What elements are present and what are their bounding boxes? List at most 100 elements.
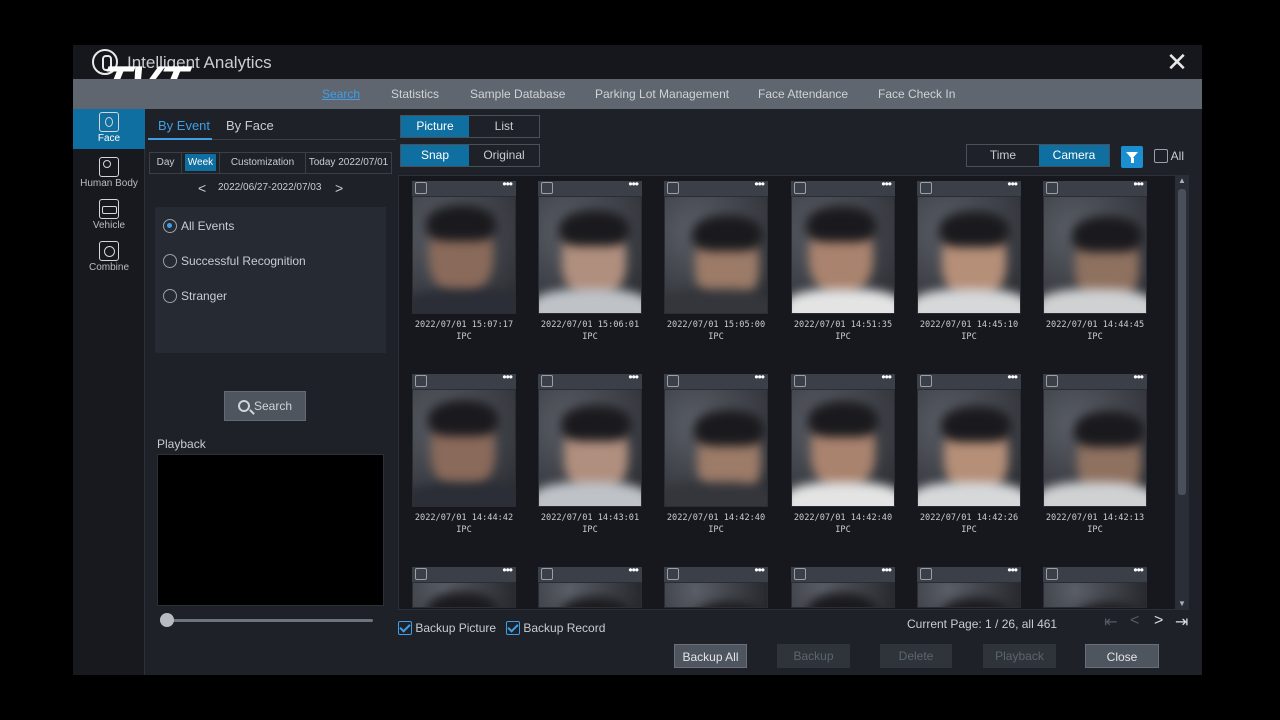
face-snapshot[interactable]	[791, 196, 895, 314]
prev-week-button[interactable]: <	[198, 180, 206, 196]
card-checkbox[interactable]	[1046, 568, 1058, 580]
face-result-card[interactable]: •••	[538, 563, 642, 608]
select-all-checkbox[interactable]: All	[1154, 149, 1184, 163]
first-page-icon[interactable]: ⇤	[1104, 612, 1117, 632]
backup-button[interactable]: Backup	[777, 644, 850, 668]
face-snapshot[interactable]	[664, 582, 768, 608]
face-snapshot[interactable]	[1043, 582, 1147, 608]
card-checkbox[interactable]	[541, 375, 553, 387]
sidebar-item-combine[interactable]: Combine	[73, 238, 145, 278]
face-snapshot[interactable]	[538, 389, 642, 507]
face-result-card[interactable]: •••	[917, 563, 1021, 608]
face-snapshot[interactable]	[538, 582, 642, 608]
face-snapshot[interactable]	[538, 196, 642, 314]
more-options-icon[interactable]: •••	[1133, 370, 1144, 384]
face-snapshot[interactable]	[664, 389, 768, 507]
more-options-icon[interactable]: •••	[628, 370, 639, 384]
view-picture-button[interactable]: Picture	[401, 116, 469, 137]
tab-parking-lot-management[interactable]: Parking Lot Management	[595, 87, 729, 101]
more-options-icon[interactable]: •••	[1133, 563, 1144, 577]
card-checkbox[interactable]	[667, 568, 679, 580]
face-result-card[interactable]: ••• 2022/07/01 14:42:26 IPC	[917, 370, 1021, 539]
next-week-button[interactable]: >	[335, 180, 343, 196]
face-snapshot[interactable]	[791, 582, 895, 608]
more-options-icon[interactable]: •••	[1133, 177, 1144, 191]
image-original-button[interactable]: Original	[469, 145, 539, 166]
last-page-icon[interactable]: ⇥	[1175, 612, 1188, 632]
sort-camera-button[interactable]: Camera	[1039, 145, 1109, 166]
face-snapshot[interactable]	[917, 196, 1021, 314]
face-result-card[interactable]: ••• 2022/07/01 14:43:01 IPC	[538, 370, 642, 539]
face-snapshot[interactable]	[1043, 196, 1147, 314]
face-result-card[interactable]: •••	[791, 563, 895, 608]
scroll-down-icon[interactable]: ▼	[1175, 598, 1189, 610]
face-snapshot[interactable]	[412, 582, 516, 608]
range-day[interactable]: Day	[150, 153, 182, 173]
results-scrollbar[interactable]: ▲ ▼	[1175, 175, 1189, 610]
sort-time-button[interactable]: Time	[967, 145, 1039, 166]
backup-all-button[interactable]: Backup All	[674, 644, 747, 668]
more-options-icon[interactable]: •••	[754, 370, 765, 384]
more-options-icon[interactable]: •••	[502, 370, 513, 384]
more-options-icon[interactable]: •••	[502, 563, 513, 577]
tab-face-attendance[interactable]: Face Attendance	[758, 87, 848, 101]
more-options-icon[interactable]: •••	[1007, 563, 1018, 577]
face-result-card[interactable]: •••	[664, 563, 768, 608]
face-result-card[interactable]: ••• 2022/07/01 14:42:40 IPC	[664, 370, 768, 539]
backup-picture-checkbox[interactable]: Backup Picture	[398, 621, 496, 635]
subtab-by-face[interactable]: By Face	[226, 118, 274, 133]
face-result-card[interactable]: ••• 2022/07/01 15:05:00 IPC	[664, 177, 768, 346]
face-result-card[interactable]: •••	[1043, 563, 1147, 608]
face-result-card[interactable]: ••• 2022/07/01 15:06:01 IPC	[538, 177, 642, 346]
more-options-icon[interactable]: •••	[881, 370, 892, 384]
face-snapshot[interactable]	[791, 389, 895, 507]
face-snapshot[interactable]	[412, 196, 516, 314]
card-checkbox[interactable]	[794, 375, 806, 387]
event-radio-successful-recognition[interactable]: Successful Recognition	[163, 254, 306, 268]
face-snapshot[interactable]	[664, 196, 768, 314]
card-checkbox[interactable]	[541, 568, 553, 580]
card-checkbox[interactable]	[794, 568, 806, 580]
tab-sample-database[interactable]: Sample Database	[470, 87, 565, 101]
more-options-icon[interactable]: •••	[754, 563, 765, 577]
more-options-icon[interactable]: •••	[628, 563, 639, 577]
card-checkbox[interactable]	[794, 182, 806, 194]
playback-progress-handle[interactable]	[160, 613, 174, 627]
tab-statistics[interactable]: Statistics	[391, 87, 439, 101]
playback-video-area[interactable]	[157, 454, 384, 606]
card-checkbox[interactable]	[920, 375, 932, 387]
face-snapshot[interactable]	[1043, 389, 1147, 507]
face-result-card[interactable]: ••• 2022/07/01 14:45:10 IPC	[917, 177, 1021, 346]
face-result-card[interactable]: ••• 2022/07/01 14:42:13 IPC	[1043, 370, 1147, 539]
subtab-by-event[interactable]: By Event	[158, 118, 210, 133]
face-result-card[interactable]: ••• 2022/07/01 14:42:40 IPC	[791, 370, 895, 539]
range-today[interactable]: Today 2022/07/01	[306, 153, 391, 173]
face-snapshot[interactable]	[412, 389, 516, 507]
tab-face-check-in[interactable]: Face Check In	[878, 87, 955, 101]
prev-page-icon[interactable]: <	[1130, 612, 1139, 630]
card-checkbox[interactable]	[920, 182, 932, 194]
view-list-button[interactable]: List	[469, 116, 539, 137]
image-snap-button[interactable]: Snap	[401, 145, 469, 166]
playback-progress-track[interactable]	[160, 619, 373, 622]
face-result-card[interactable]: ••• 2022/07/01 14:51:35 IPC	[791, 177, 895, 346]
close-button[interactable]: Close	[1085, 644, 1159, 668]
sidebar-item-vehicle[interactable]: Vehicle	[73, 196, 145, 236]
face-result-card[interactable]: ••• 2022/07/01 14:44:42 IPC	[412, 370, 516, 539]
more-options-icon[interactable]: •••	[754, 177, 765, 191]
range-customization[interactable]: Customization	[220, 153, 306, 173]
close-icon[interactable]: ✕	[1164, 49, 1190, 75]
filter-icon[interactable]	[1121, 146, 1143, 168]
more-options-icon[interactable]: •••	[881, 177, 892, 191]
tab-search[interactable]: Search	[322, 87, 360, 101]
more-options-icon[interactable]: •••	[502, 177, 513, 191]
card-checkbox[interactable]	[667, 182, 679, 194]
card-checkbox[interactable]	[415, 182, 427, 194]
more-options-icon[interactable]: •••	[1007, 177, 1018, 191]
sidebar-item-face[interactable]: Face	[73, 109, 145, 149]
next-page-icon[interactable]: >	[1154, 612, 1163, 630]
more-options-icon[interactable]: •••	[881, 563, 892, 577]
card-checkbox[interactable]	[415, 568, 427, 580]
more-options-icon[interactable]: •••	[1007, 370, 1018, 384]
card-checkbox[interactable]	[667, 375, 679, 387]
